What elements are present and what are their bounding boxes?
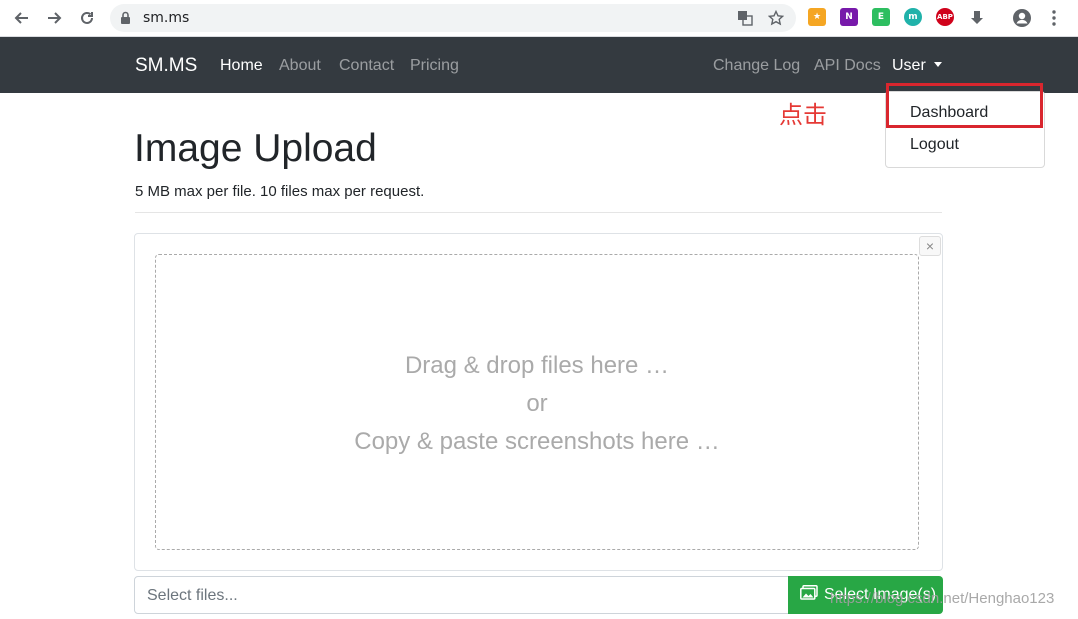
page-subtitle: 5 MB max per file. 10 files max per requ…: [135, 183, 425, 200]
download-icon[interactable]: [965, 6, 989, 30]
caret-down-icon: [933, 62, 942, 67]
browser-toolbar: sm.ms ★ N E m ABP: [0, 0, 1078, 37]
url-text: sm.ms: [143, 10, 190, 26]
star-icon[interactable]: [767, 9, 785, 27]
back-icon[interactable]: [10, 6, 34, 30]
reload-icon[interactable]: [75, 6, 99, 30]
nav-home[interactable]: Home: [220, 57, 263, 75]
forward-icon[interactable]: [42, 6, 66, 30]
dropdown-item-logout[interactable]: Logout: [910, 136, 959, 154]
adblock-plus-icon[interactable]: ABP: [936, 8, 954, 26]
drop-text-line3: Copy & paste screenshots here …: [354, 428, 720, 455]
brand-logo[interactable]: SM.MS: [135, 55, 197, 77]
user-menu-label: User: [892, 57, 926, 74]
annotation-highlight-box: [886, 83, 1043, 128]
divider: [135, 212, 942, 213]
menu-kebab-icon[interactable]: [1042, 6, 1066, 30]
address-bar[interactable]: sm.ms: [110, 4, 796, 32]
nav-contact[interactable]: Contact: [339, 57, 394, 75]
file-input[interactable]: Select files...: [134, 576, 789, 614]
drop-text-line1: Drag & drop files here …: [404, 352, 670, 379]
nav-change-log[interactable]: Change Log: [713, 57, 800, 75]
profile-icon[interactable]: [1010, 6, 1034, 30]
annotation-text: 点击: [779, 101, 827, 129]
images-icon: [800, 585, 818, 605]
bookmark-extension-icon[interactable]: ★: [808, 8, 826, 26]
nav-about[interactable]: About: [279, 57, 321, 75]
m-extension-icon[interactable]: m: [904, 8, 922, 26]
drop-text-line2: or: [526, 390, 548, 417]
file-input-placeholder: Select files...: [147, 587, 238, 604]
nav-api-docs[interactable]: API Docs: [814, 57, 881, 75]
evernote-extension-icon[interactable]: E: [872, 8, 890, 26]
translate-icon[interactable]: [736, 9, 754, 27]
page-title: Image Upload: [134, 127, 377, 170]
user-menu-toggle[interactable]: User: [892, 57, 942, 75]
onenote-extension-icon[interactable]: N: [840, 8, 858, 26]
nav-pricing[interactable]: Pricing: [410, 57, 459, 75]
close-icon[interactable]: ×: [919, 236, 941, 256]
watermark-text: https://blog.csdn.net/Henghao123: [830, 590, 1055, 607]
lock-icon: [120, 11, 131, 30]
